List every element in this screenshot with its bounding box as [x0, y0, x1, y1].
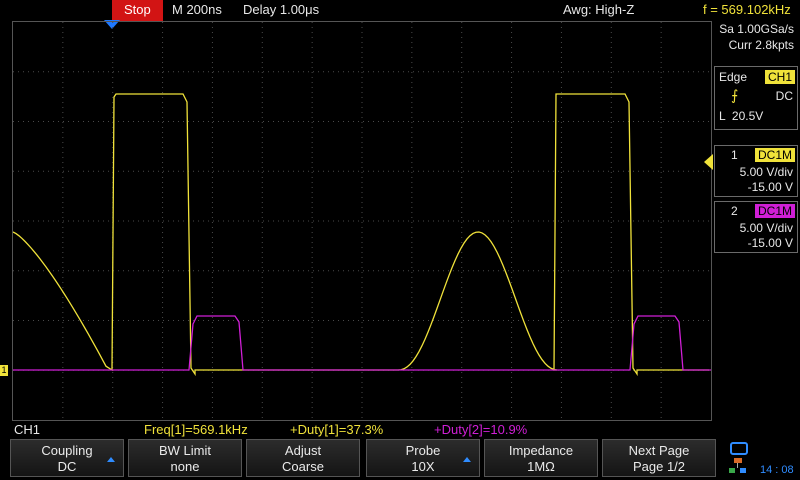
- softkey-adjust[interactable]: Adjust Coarse: [246, 439, 360, 477]
- trigger-panel[interactable]: Edge CH1 ⨍ DC L 20.5V: [714, 66, 798, 130]
- sample-rate: Sa 1.00GSa/s: [719, 22, 794, 36]
- measurement-duty-ch1: +Duty[1]=37.3%: [290, 422, 384, 437]
- awg-readout: Awg: High-Z: [563, 2, 635, 17]
- ch1-coupling-tag: DC1M: [754, 148, 795, 162]
- measurement-frequency: Freq[1]=569.1kHz: [144, 422, 248, 437]
- ch2-number: 2: [731, 204, 738, 218]
- ch2-coupling-tag: DC1M: [754, 204, 795, 218]
- ch1-selected-arrow-icon: [704, 154, 713, 170]
- softkey-label: Probe: [405, 443, 441, 458]
- softkey-value: Page 1/2: [632, 459, 686, 474]
- ch2-offset: -15.00 V: [747, 236, 793, 250]
- clock: 14 : 08: [760, 464, 794, 476]
- measurement-duty-ch2: +Duty[2]=10.9%: [434, 422, 528, 437]
- usb-icon: [730, 442, 748, 455]
- ch2-panel[interactable]: 2 DC1M 5.00 V/div -15.00 V: [714, 201, 798, 253]
- ch1-panel[interactable]: 1 DC1M 5.00 V/div -15.00 V: [714, 145, 798, 197]
- trigger-level: L 20.5V: [719, 109, 764, 123]
- softkey-value: none: [170, 459, 200, 474]
- ch2-scale: 5.00 V/div: [739, 221, 793, 235]
- timebase-readout: M 200ns: [172, 2, 222, 17]
- measurement-bar: CH1 Freq[1]=569.1kHz +Duty[1]=37.3% +Dut…: [0, 422, 800, 438]
- rising-edge-icon: ⨍: [731, 87, 739, 103]
- trigger-type: Edge: [719, 70, 748, 84]
- softkey-label: Next Page: [628, 443, 690, 458]
- softkey-probe[interactable]: Probe 10X: [366, 439, 480, 477]
- softkey-label: Adjust: [284, 443, 322, 458]
- memory-depth: Curr 2.8kpts: [728, 38, 794, 52]
- softkey-bw-limit[interactable]: BW Limit none: [128, 439, 242, 477]
- softkey-label: Coupling: [41, 443, 93, 458]
- waveform-display[interactable]: [12, 21, 712, 421]
- ch1-scale: 5.00 V/div: [739, 165, 793, 179]
- softkey-coupling[interactable]: Coupling DC: [10, 439, 124, 477]
- frequency-counter: f = 569.102kHz: [703, 2, 791, 17]
- trigger-source: CH1: [764, 70, 795, 84]
- graticule: [13, 22, 711, 420]
- run-stop-indicator[interactable]: Stop: [112, 0, 163, 21]
- softkey-next-page[interactable]: Next Page Page 1/2: [602, 439, 716, 477]
- active-channel-label: CH1: [14, 422, 41, 437]
- softkey-value: 1MΩ: [527, 459, 555, 474]
- option-arrow-icon: [463, 457, 471, 462]
- softkey-label: BW Limit: [159, 443, 211, 458]
- top-status-bar: Stop M 200ns Delay 1.00μs Awg: High-Z f …: [0, 0, 800, 21]
- option-arrow-icon: [107, 457, 115, 462]
- ch1-offset: -15.00 V: [747, 180, 793, 194]
- delay-readout: Delay 1.00μs: [243, 2, 320, 17]
- softkey-impedance[interactable]: Impedance 1MΩ: [484, 439, 598, 477]
- ch1-trace: [13, 93, 709, 377]
- ch1-number: 1: [731, 148, 738, 162]
- ch1-ground-marker-icon[interactable]: 1: [0, 365, 8, 376]
- network-icon: [729, 458, 747, 474]
- trigger-coupling: DC: [775, 89, 793, 103]
- softkey-label: Impedance: [508, 443, 574, 458]
- softkey-value: Coarse: [282, 459, 324, 474]
